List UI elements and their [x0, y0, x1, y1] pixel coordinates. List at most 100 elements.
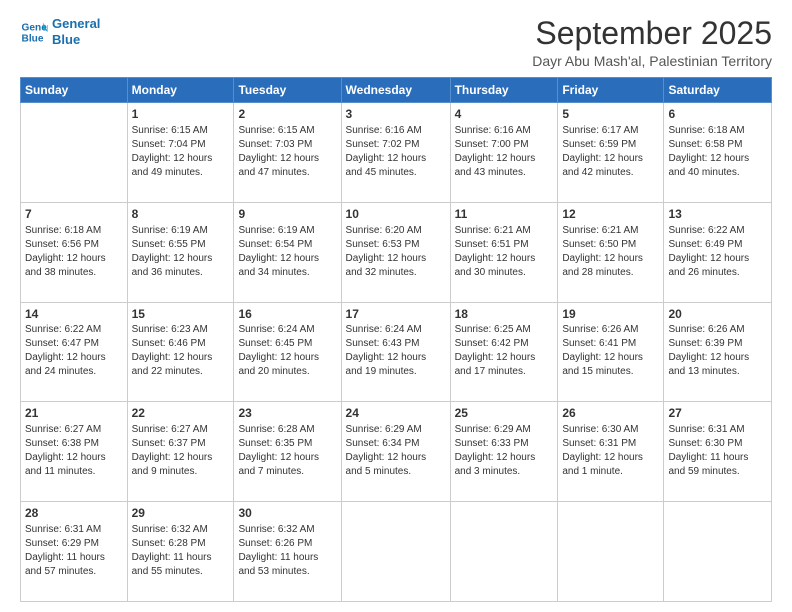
day-info-line: Daylight: 12 hours	[132, 252, 230, 266]
calendar-cell: 16Sunrise: 6:24 AMSunset: 6:45 PMDayligh…	[234, 302, 341, 402]
calendar-day-header: Tuesday	[234, 78, 341, 103]
calendar-cell: 23Sunrise: 6:28 AMSunset: 6:35 PMDayligh…	[234, 402, 341, 502]
day-info-line: and 5 minutes.	[346, 465, 446, 479]
day-number: 28	[25, 505, 123, 522]
day-info-line: and 43 minutes.	[455, 166, 554, 180]
calendar-cell: 27Sunrise: 6:31 AMSunset: 6:30 PMDayligh…	[664, 402, 772, 502]
day-number: 22	[132, 405, 230, 422]
day-info-line: and 26 minutes.	[668, 266, 767, 280]
day-info-line: Daylight: 11 hours	[668, 451, 767, 465]
day-info-line: Daylight: 12 hours	[346, 451, 446, 465]
calendar-cell: 29Sunrise: 6:32 AMSunset: 6:28 PMDayligh…	[127, 502, 234, 602]
day-info-line: and 19 minutes.	[346, 365, 446, 379]
day-info-line: and 24 minutes.	[25, 365, 123, 379]
day-info-line: Daylight: 12 hours	[455, 451, 554, 465]
day-info-line: Sunrise: 6:24 AM	[238, 323, 336, 337]
day-info-line: and 34 minutes.	[238, 266, 336, 280]
calendar-cell: 13Sunrise: 6:22 AMSunset: 6:49 PMDayligh…	[664, 202, 772, 302]
day-info-line: Sunrise: 6:32 AM	[132, 523, 230, 537]
day-info-line: Sunrise: 6:22 AM	[668, 224, 767, 238]
day-info-line: Sunset: 7:04 PM	[132, 138, 230, 152]
page-subtitle: Dayr Abu Mash'al, Palestinian Territory	[532, 53, 772, 69]
day-number: 8	[132, 206, 230, 223]
day-info-line: Sunrise: 6:16 AM	[346, 124, 446, 138]
day-info-line: Sunrise: 6:30 AM	[562, 423, 659, 437]
day-info-line: Sunset: 6:56 PM	[25, 238, 123, 252]
calendar-cell: 17Sunrise: 6:24 AMSunset: 6:43 PMDayligh…	[341, 302, 450, 402]
day-info-line: Sunrise: 6:21 AM	[455, 224, 554, 238]
day-number: 14	[25, 306, 123, 323]
day-info-line: Daylight: 12 hours	[25, 451, 123, 465]
day-number: 5	[562, 106, 659, 123]
day-info-line: Sunset: 6:49 PM	[668, 238, 767, 252]
day-info-line: Sunset: 6:46 PM	[132, 337, 230, 351]
day-info-line: Sunset: 6:34 PM	[346, 437, 446, 451]
day-info-line: Sunrise: 6:29 AM	[346, 423, 446, 437]
day-info-line: Sunset: 7:03 PM	[238, 138, 336, 152]
day-number: 11	[455, 206, 554, 223]
calendar-cell: 25Sunrise: 6:29 AMSunset: 6:33 PMDayligh…	[450, 402, 558, 502]
day-number: 21	[25, 405, 123, 422]
day-info-line: Daylight: 12 hours	[346, 351, 446, 365]
day-number: 9	[238, 206, 336, 223]
calendar-week-row: 7Sunrise: 6:18 AMSunset: 6:56 PMDaylight…	[21, 202, 772, 302]
day-info-line: Sunrise: 6:23 AM	[132, 323, 230, 337]
day-info-line: and 22 minutes.	[132, 365, 230, 379]
calendar-cell: 4Sunrise: 6:16 AMSunset: 7:00 PMDaylight…	[450, 103, 558, 203]
day-info-line: Sunrise: 6:18 AM	[25, 224, 123, 238]
day-number: 16	[238, 306, 336, 323]
day-info-line: Daylight: 12 hours	[132, 451, 230, 465]
calendar-cell: 28Sunrise: 6:31 AMSunset: 6:29 PMDayligh…	[21, 502, 128, 602]
day-info-line: Daylight: 12 hours	[562, 252, 659, 266]
day-number: 17	[346, 306, 446, 323]
day-number: 6	[668, 106, 767, 123]
day-info-line: Daylight: 12 hours	[668, 351, 767, 365]
day-info-line: and 59 minutes.	[668, 465, 767, 479]
calendar-day-header: Friday	[558, 78, 664, 103]
day-info-line: Sunset: 7:00 PM	[455, 138, 554, 152]
day-info-line: and 55 minutes.	[132, 565, 230, 579]
calendar-cell: 2Sunrise: 6:15 AMSunset: 7:03 PMDaylight…	[234, 103, 341, 203]
title-block: September 2025 Dayr Abu Mash'al, Palesti…	[532, 16, 772, 69]
day-number: 3	[346, 106, 446, 123]
day-info-line: Sunrise: 6:29 AM	[455, 423, 554, 437]
day-number: 13	[668, 206, 767, 223]
calendar-cell: 20Sunrise: 6:26 AMSunset: 6:39 PMDayligh…	[664, 302, 772, 402]
logo-line1: General	[52, 16, 100, 32]
svg-text:Blue: Blue	[22, 33, 44, 44]
calendar-day-header: Monday	[127, 78, 234, 103]
calendar-day-header: Saturday	[664, 78, 772, 103]
calendar-cell: 1Sunrise: 6:15 AMSunset: 7:04 PMDaylight…	[127, 103, 234, 203]
day-info-line: Sunrise: 6:27 AM	[25, 423, 123, 437]
day-info-line: Sunrise: 6:15 AM	[238, 124, 336, 138]
day-info-line: Daylight: 12 hours	[346, 152, 446, 166]
day-info-line: and 30 minutes.	[455, 266, 554, 280]
day-info-line: and 57 minutes.	[25, 565, 123, 579]
day-info-line: Sunset: 6:43 PM	[346, 337, 446, 351]
day-info-line: Sunrise: 6:24 AM	[346, 323, 446, 337]
day-number: 23	[238, 405, 336, 422]
day-info-line: Daylight: 12 hours	[132, 351, 230, 365]
calendar-cell: 12Sunrise: 6:21 AMSunset: 6:50 PMDayligh…	[558, 202, 664, 302]
day-info-line: Sunrise: 6:28 AM	[238, 423, 336, 437]
calendar-cell	[341, 502, 450, 602]
day-number: 26	[562, 405, 659, 422]
logo-icon: General Blue	[20, 18, 48, 46]
day-info-line: and 38 minutes.	[25, 266, 123, 280]
day-number: 15	[132, 306, 230, 323]
day-number: 10	[346, 206, 446, 223]
day-info-line: Sunset: 6:33 PM	[455, 437, 554, 451]
day-info-line: and 32 minutes.	[346, 266, 446, 280]
day-number: 25	[455, 405, 554, 422]
day-info-line: Sunrise: 6:26 AM	[668, 323, 767, 337]
calendar-week-row: 21Sunrise: 6:27 AMSunset: 6:38 PMDayligh…	[21, 402, 772, 502]
day-number: 4	[455, 106, 554, 123]
day-info-line: Sunset: 6:31 PM	[562, 437, 659, 451]
calendar-cell: 30Sunrise: 6:32 AMSunset: 6:26 PMDayligh…	[234, 502, 341, 602]
day-number: 1	[132, 106, 230, 123]
day-info-line: Daylight: 12 hours	[455, 351, 554, 365]
day-info-line: Sunset: 6:37 PM	[132, 437, 230, 451]
calendar-cell: 9Sunrise: 6:19 AMSunset: 6:54 PMDaylight…	[234, 202, 341, 302]
page: General Blue General Blue September 2025…	[0, 0, 792, 612]
day-number: 30	[238, 505, 336, 522]
